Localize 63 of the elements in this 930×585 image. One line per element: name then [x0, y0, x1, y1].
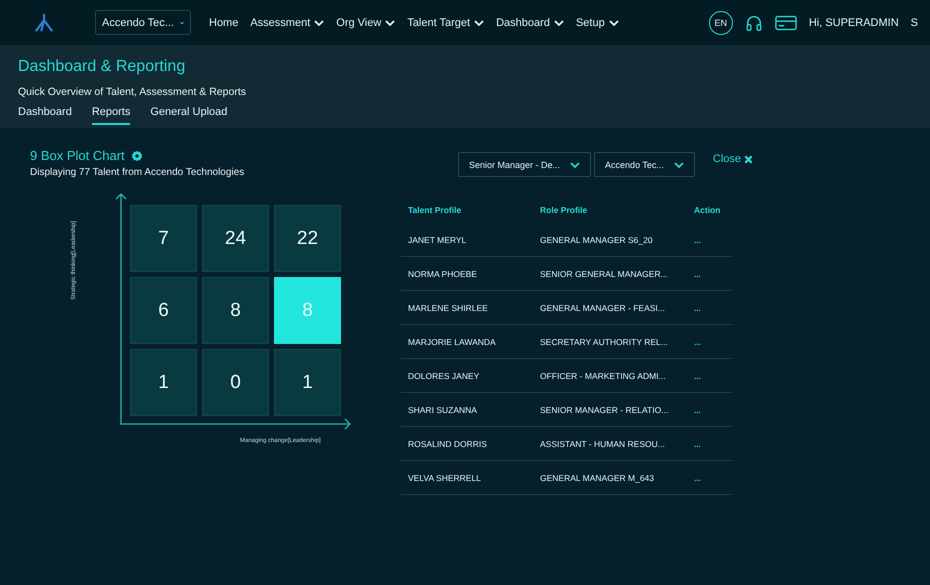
- more-actions-link[interactable]: ...: [694, 270, 701, 278]
- grid-cell[interactable]: 7: [130, 205, 197, 272]
- talent-name: VELVA SHERRELL: [401, 460, 533, 494]
- close-button[interactable]: Close: [712, 153, 754, 165]
- chart-subtitle: Displaying 77 Talent from Accendo Technologies: [30, 167, 246, 178]
- grid-cell[interactable]: 8: [202, 277, 269, 344]
- grid-cell[interactable]: 0: [202, 349, 269, 416]
- chevron-down-icon: [674, 162, 684, 168]
- more-actions-link[interactable]: ...: [694, 236, 701, 244]
- talent-name: ROSALIND DORRIS: [401, 426, 533, 460]
- more-actions-link[interactable]: ...: [694, 440, 701, 448]
- language-button[interactable]: EN: [708, 10, 733, 34]
- grid-cell[interactable]: 24: [202, 205, 269, 272]
- headphones-icon[interactable]: [744, 14, 763, 32]
- logo-icon: [33, 12, 55, 32]
- talent-name: MARLENE SHIRLEE: [401, 290, 533, 324]
- role-name: ASSISTANT - HUMAN RESOU...: [533, 426, 680, 460]
- tab[interactable]: Reports: [92, 106, 130, 125]
- role-name: SECRETARY AUTHORITY REL...: [533, 324, 680, 358]
- talent-name: NORMA PHOEBE: [401, 256, 533, 290]
- company-select[interactable]: Accendo Tec...: [95, 10, 191, 35]
- column-header: Action: [693, 204, 722, 217]
- more-actions-link[interactable]: ...: [694, 304, 701, 312]
- talent-name: MARJORIE LAWANDA: [401, 324, 533, 358]
- role-name: GENERAL MANAGER M_643: [533, 460, 680, 494]
- nav-menu-item[interactable]: Home: [209, 16, 238, 28]
- chart-title: 9 Box Plot Chart: [30, 148, 125, 163]
- nav-menu-item[interactable]: Org View: [336, 16, 396, 28]
- filter-select[interactable]: Accendo Tec...: [594, 152, 695, 177]
- grid-cell[interactable]: 6: [130, 277, 197, 344]
- more-actions-link[interactable]: ...: [694, 474, 701, 482]
- chevron-down-icon: [570, 162, 580, 168]
- more-actions-link[interactable]: ...: [694, 338, 701, 346]
- talent-name: SHARI SUZANNA: [401, 392, 533, 426]
- column-header: Talent Profile: [407, 204, 462, 217]
- tab[interactable]: Dashboard: [18, 106, 72, 125]
- talent-name: JANET MERYL: [401, 223, 533, 256]
- nav-menu-item[interactable]: Assessment: [250, 16, 324, 28]
- filter-select[interactable]: Senior Manager - De...: [458, 152, 592, 177]
- role-name: GENERAL MANAGER S6_20: [533, 223, 680, 256]
- nav-menu-item[interactable]: Dashboard: [496, 16, 564, 28]
- tab[interactable]: General Upload: [150, 106, 228, 125]
- nav-menu-item[interactable]: Talent Target: [407, 16, 484, 28]
- role-name: OFFICER - MARKETING ADMI...: [533, 358, 680, 392]
- settings-icon[interactable]: [130, 150, 143, 162]
- more-actions-link[interactable]: ...: [694, 372, 701, 380]
- grid-cell[interactable]: 1: [130, 349, 197, 416]
- role-name: SENIOR GENERAL MANAGER...: [533, 256, 680, 290]
- page-title: Dashboard & Reporting: [18, 58, 186, 76]
- grid-cell[interactable]: 22: [274, 205, 341, 272]
- column-header: Role Profile: [539, 204, 588, 217]
- chevron-down-icon: [180, 20, 184, 26]
- talent-name: DOLORES JANEY: [401, 358, 533, 392]
- page-subtitle: Quick Overview of Talent, Assessment & Reports: [18, 86, 247, 98]
- role-name: SENIOR MANAGER - RELATIO...: [533, 392, 680, 426]
- more-actions-link[interactable]: ...: [694, 406, 701, 414]
- card-icon[interactable]: [774, 14, 797, 32]
- user-greeting[interactable]: Hi, SUPERADMIN: [808, 16, 899, 28]
- grid-cell[interactable]: 1: [274, 349, 341, 416]
- role-name: GENERAL MANAGER - FEASI...: [533, 290, 680, 324]
- close-icon: [744, 154, 754, 164]
- nav-menu-item[interactable]: Setup: [576, 16, 619, 28]
- user-initial[interactable]: S: [910, 16, 918, 28]
